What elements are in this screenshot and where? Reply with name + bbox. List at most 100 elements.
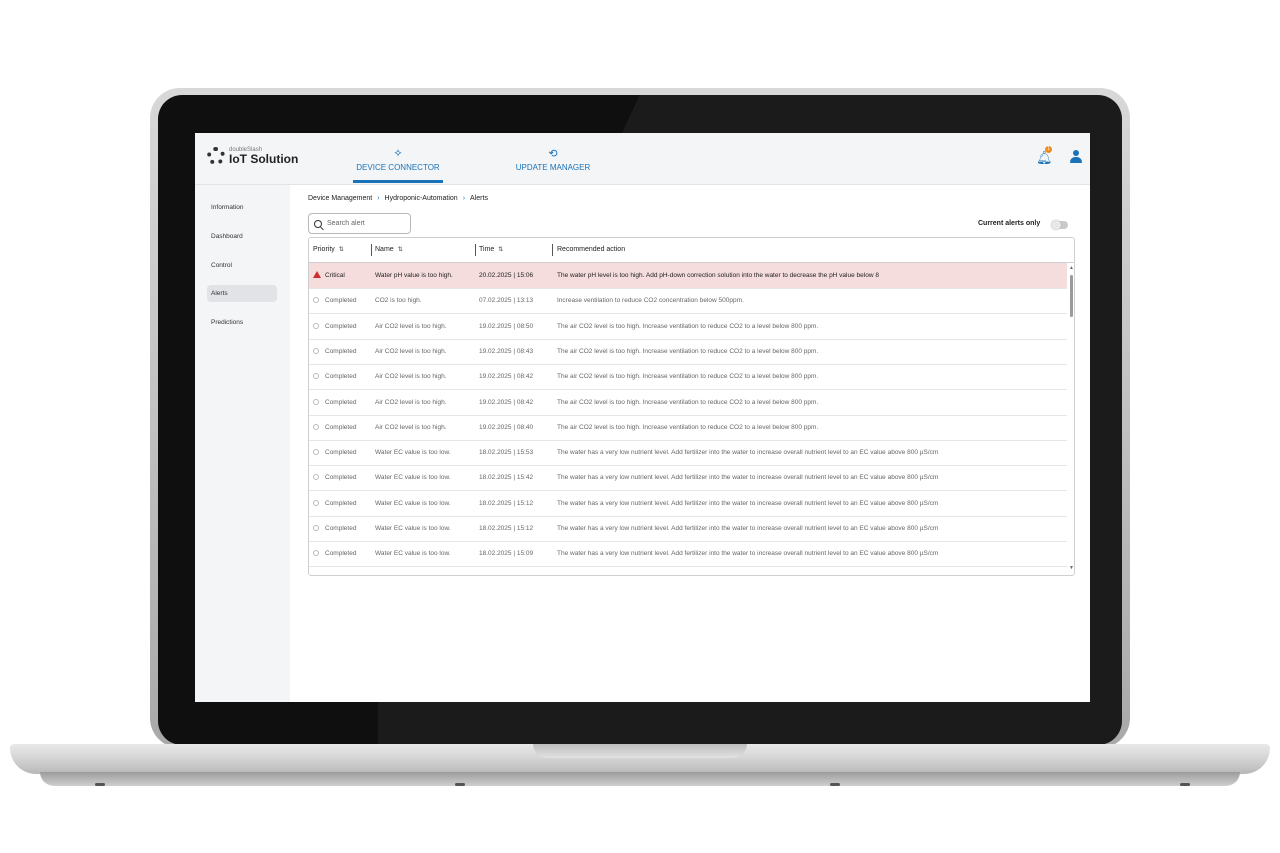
current-alerts-toggle[interactable]: [1051, 220, 1068, 230]
alert-time-cell: 19.02.2025 | 08:43: [479, 347, 534, 355]
table-scrollbar[interactable]: ▲ ▼: [1069, 265, 1074, 573]
alert-name-cell: Water pH value is too high.: [375, 272, 453, 279]
user-icon[interactable]: [1069, 150, 1083, 164]
notification-badge: 1: [1045, 146, 1052, 153]
priority-label: Completed: [325, 449, 357, 457]
priority-cell: Completed: [313, 288, 373, 313]
priority-label: Completed: [325, 297, 357, 305]
alert-time-cell: 20.02.2025 | 15:06: [479, 272, 534, 279]
priority-cell: Completed: [313, 541, 373, 566]
alert-name-cell: Air CO2 level is too high.: [375, 322, 447, 330]
header-name[interactable]: Name ⇅: [375, 238, 403, 262]
laptop-foot: [830, 783, 840, 786]
table-row[interactable]: Completed Air CO2 level is too high. 19.02…: [309, 390, 1067, 416]
brand-main-text: IoT Solution: [229, 152, 299, 166]
clock-icon: [313, 550, 319, 557]
clock-icon: [313, 423, 319, 430]
sort-icon: ⇅: [338, 247, 344, 253]
device-connector-icon: ⟡: [394, 147, 402, 159]
clock-icon: [313, 322, 319, 329]
sidebar-item-alerts[interactable]: Alerts: [207, 285, 277, 302]
laptop-foot: [455, 783, 465, 786]
alert-time-cell: 07.02.2025 | 13:13: [479, 297, 534, 305]
priority-label: Critical: [325, 272, 345, 279]
clock-icon: [313, 373, 319, 380]
alert-name-cell: Water EC value is too low.: [375, 550, 451, 558]
sidebar-item-information[interactable]: Information: [207, 199, 277, 216]
alert-name-cell: Water EC value is too low.: [375, 525, 451, 532]
recommended-action-cell: The air CO2 level is too high. Increase …: [557, 423, 819, 431]
alert-name-cell: CO2 is too high.: [375, 297, 422, 305]
alert-time-cell: 18.02.2025 | 15:53: [479, 449, 534, 457]
header-time[interactable]: Time ⇅: [479, 238, 503, 262]
table-row[interactable]: Completed Water EC value is too low. 18.02…: [309, 541, 1067, 568]
priority-cell: Completed: [313, 440, 373, 465]
scroll-up-icon[interactable]: ▲: [1069, 265, 1074, 271]
priority-cell: Completed: [313, 516, 373, 541]
priority-cell: Completed: [313, 339, 373, 364]
recommended-action-cell: The air CO2 level is too high. Increase …: [557, 398, 819, 406]
active-tab-indicator: [353, 180, 443, 183]
table-row[interactable]: Completed Air CO2 level is too high. 19.02…: [309, 339, 1067, 365]
current-alerts-label: Current alerts only: [978, 220, 1041, 227]
priority-label: Completed: [325, 499, 357, 507]
sidebar-item-predictions[interactable]: Predictions: [207, 314, 277, 331]
sidebar-item-control[interactable]: Control: [207, 257, 277, 274]
tab-device-connector[interactable]: ⟡ DEVICE CONNECTOR: [353, 147, 443, 172]
app-screen: doubleSlash IoT Solution ⟡ DEVICE CONNEC…: [195, 133, 1090, 702]
scroll-down-icon[interactable]: ▼: [1069, 565, 1074, 571]
alert-time-cell: 18.02.2025 | 15:12: [479, 525, 534, 532]
alert-time-cell: 19.02.2025 | 08:40: [479, 423, 534, 431]
alert-name-cell: Air CO2 level is too high.: [375, 347, 447, 355]
table-header: Priority ⇅ Name ⇅ Time ⇅ Recommended action: [309, 238, 1074, 263]
table-row[interactable]: Completed Water EC value is too low. 18.02…: [309, 440, 1067, 467]
sidebar: Information Dashboard Control Alerts Pre…: [195, 185, 290, 702]
scroll-thumb[interactable]: [1070, 275, 1073, 317]
breadcrumb-hydroponic-automation[interactable]: Hydroponic-Automation: [385, 195, 458, 202]
table-row[interactable]: Completed Air CO2 level is too high. 19.02…: [309, 415, 1067, 441]
clock-icon: [313, 347, 319, 354]
warning-icon: [313, 271, 321, 278]
laptop-hinge-notch: [533, 744, 747, 758]
priority-cell: Completed: [313, 390, 373, 415]
clock-icon: [313, 499, 319, 506]
alert-name-cell: Air CO2 level is too high.: [375, 373, 447, 381]
alert-name-cell: Water EC value is too low.: [375, 499, 451, 507]
table-row[interactable]: Completed Water EC value is too low. 18.02…: [309, 491, 1067, 517]
recommended-action-cell: The water has a very low nutrient level.…: [557, 499, 939, 507]
table-row[interactable]: Completed CO2 is too high. 07.02.2025 | 13…: [309, 288, 1067, 315]
tab-label: DEVICE CONNECTOR: [356, 163, 440, 172]
alert-name-cell: Water EC value is too low.: [375, 449, 451, 457]
priority-label: Completed: [325, 474, 357, 482]
header-priority[interactable]: Priority ⇅: [313, 238, 344, 262]
priority-cell: Critical: [313, 263, 373, 288]
breadcrumb-device-management[interactable]: Device Management: [308, 195, 372, 202]
alert-name-cell: Air CO2 level is too high.: [375, 398, 447, 406]
header-recommended-action: Recommended action: [557, 246, 626, 253]
alert-name-cell: Water EC value is too low.: [375, 474, 451, 482]
laptop-base-bottom: [40, 772, 1240, 786]
table-row[interactable]: Completed Water EC value is too low. 18.02…: [309, 465, 1067, 492]
sort-icon: ⇅: [397, 247, 403, 253]
table-row[interactable]: Completed Air CO2 level is too high. 19.02…: [309, 314, 1067, 340]
table-row[interactable]: Completed Water EC value is too low. 18.02…: [309, 516, 1067, 542]
alert-time-cell: 19.02.2025 | 08:42: [479, 373, 534, 381]
table-row[interactable]: Critical Water pH value is too high. 20.02…: [309, 263, 1067, 289]
tab-update-manager[interactable]: ⟲ UPDATE MANAGER: [510, 147, 596, 172]
sidebar-item-dashboard[interactable]: Dashboard: [207, 228, 277, 245]
chevron-right-icon: ›: [377, 195, 380, 202]
recommended-action-cell: The water has a very low nutrient level.…: [557, 449, 939, 457]
update-manager-icon: ⟲: [548, 148, 558, 160]
table-row[interactable]: Completed Air CO2 level is too high. 19.02…: [309, 364, 1067, 391]
breadcrumb-alerts: Alerts: [470, 195, 488, 202]
laptop-foot: [95, 783, 105, 786]
brand-logo[interactable]: doubleSlash IoT Solution: [207, 147, 298, 165]
clock-icon: [313, 297, 319, 304]
chevron-right-icon: ›: [462, 195, 466, 202]
top-bar: doubleSlash IoT Solution ⟡ DEVICE CONNEC…: [195, 133, 1090, 185]
clock-icon: [313, 398, 319, 405]
recommended-action-cell: The air CO2 level is too high. Increase …: [557, 347, 819, 355]
search-placeholder: Search alert: [327, 220, 365, 227]
recommended-action-cell: Increase ventilation to reduce CO2 conce…: [557, 297, 744, 305]
search-input[interactable]: Search alert: [308, 213, 411, 234]
